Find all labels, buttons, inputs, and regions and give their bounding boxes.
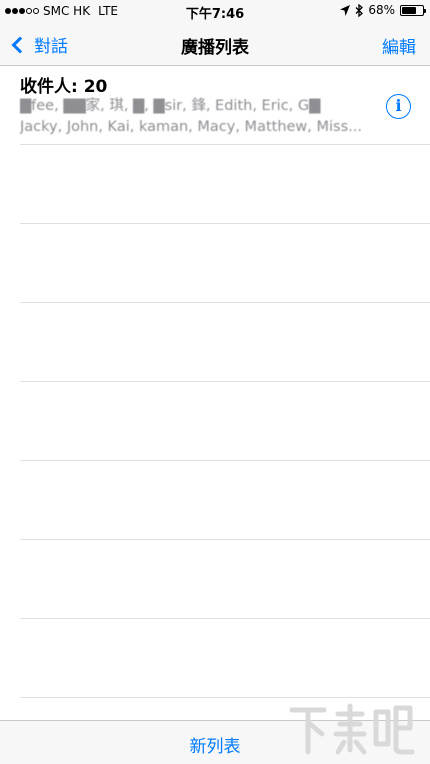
back-button-label: 對話 — [34, 37, 68, 57]
battery-icon — [400, 4, 426, 16]
status-right: 68% — [340, 3, 426, 17]
empty-row — [20, 145, 430, 224]
edit-button[interactable]: 編輯 — [382, 33, 416, 58]
status-bar: SMC HK LTE 下午7:46 68% — [0, 0, 430, 22]
battery-level — [402, 6, 416, 14]
recipient-names: ▇fee, ▇▇家, 琪, ▇, ▇sir, 鋒, Edith, Eric, G… — [20, 96, 375, 138]
empty-row — [20, 224, 430, 303]
recipient-names-line-2: Jacky, John, Kai, kaman, Macy, Matthew, … — [20, 119, 362, 135]
battery-percent: 68% — [368, 3, 395, 17]
bluetooth-icon — [355, 3, 364, 17]
empty-row — [20, 382, 430, 461]
empty-row — [20, 461, 430, 540]
new-list-button[interactable]: 新列表 — [0, 732, 430, 757]
empty-row — [20, 540, 430, 619]
navigation-bar: 對話 廣播列表 編輯 — [0, 22, 430, 66]
empty-row — [20, 303, 430, 382]
recipient-names-line-1: ▇fee, ▇▇家, 琪, ▇, ▇sir, 鋒, Edith, Eric, G… — [20, 98, 321, 114]
chevron-left-icon — [11, 36, 29, 53]
bottom-toolbar: 新列表 — [0, 720, 430, 764]
empty-row — [20, 619, 430, 698]
info-icon[interactable]: i — [386, 94, 411, 119]
location-arrow-icon — [340, 4, 351, 16]
back-button[interactable]: 對話 — [10, 32, 68, 57]
broadcast-list-item[interactable]: 收件人: 20 ▇fee, ▇▇家, 琪, ▇, ▇sir, 鋒, Edith,… — [20, 66, 430, 145]
recipient-count: 收件人: 20 — [20, 77, 108, 97]
